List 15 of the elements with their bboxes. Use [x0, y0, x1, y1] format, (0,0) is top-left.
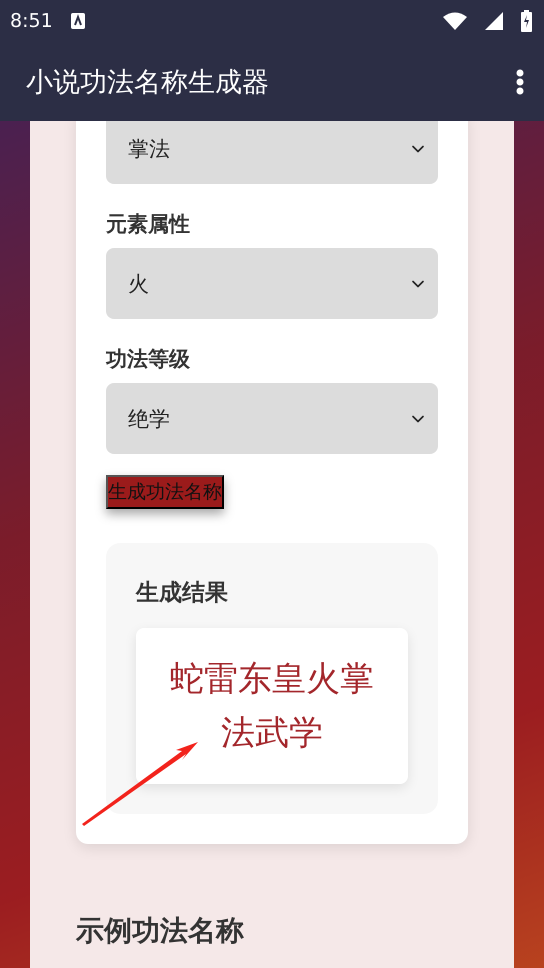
- generated-name: 蛇雷东皇火掌法武学: [169, 658, 375, 755]
- dropdown[interactable]: 掌法: [106, 121, 438, 184]
- battery-icon: [521, 10, 532, 32]
- dropdown[interactable]: 绝学: [106, 383, 438, 454]
- dropdown[interactable]: 火: [106, 248, 438, 319]
- status-time: 8:51: [10, 10, 53, 32]
- examples-heading: 示例功法名称: [76, 913, 244, 949]
- wifi-icon: [443, 12, 467, 30]
- result-title: 生成结果: [136, 579, 229, 608]
- more-options-icon[interactable]: [516, 68, 524, 94]
- field-label: 元素属性: [106, 211, 191, 238]
- app-title: 小说功法名称生成器: [26, 66, 270, 100]
- keyboard-icon: [70, 13, 85, 29]
- field-label: 功法等级: [106, 346, 191, 373]
- signal-icon: [485, 12, 503, 30]
